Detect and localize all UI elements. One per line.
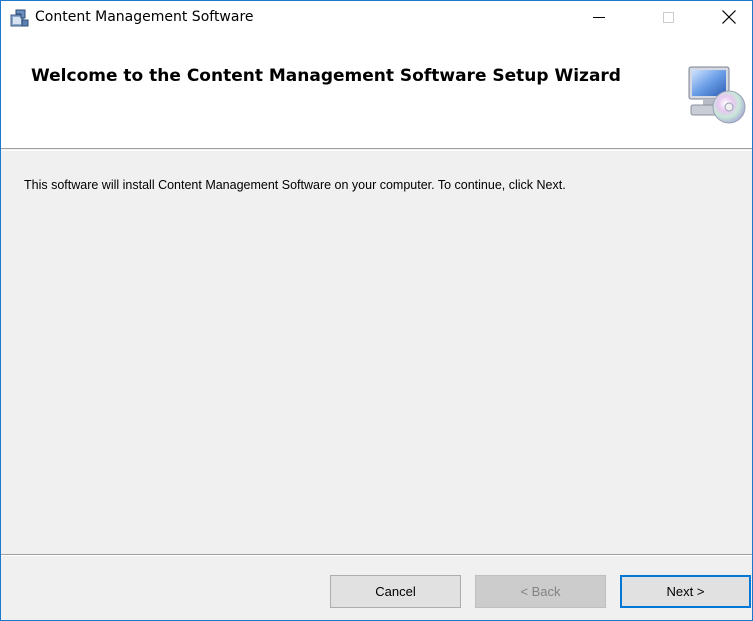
- minimize-icon: [593, 17, 605, 18]
- cancel-button[interactable]: Cancel: [330, 575, 461, 608]
- wizard-title: Welcome to the Content Management Softwa…: [31, 66, 621, 86]
- back-button[interactable]: < Back: [475, 575, 606, 608]
- footer-divider-highlight: [1, 555, 752, 556]
- close-button[interactable]: [706, 1, 752, 33]
- window-title: Content Management Software: [35, 9, 254, 25]
- close-icon: [722, 10, 736, 24]
- welcome-message: This software will install Content Manag…: [24, 178, 566, 192]
- installer-package-icon: [10, 9, 29, 27]
- next-button[interactable]: Next >: [620, 575, 751, 608]
- title-bar[interactable]: Content Management Software: [1, 1, 752, 33]
- maximize-button[interactable]: [645, 1, 691, 33]
- header-divider: [1, 150, 752, 151]
- computer-cd-icon: [688, 66, 746, 124]
- setup-wizard-window: Content Management Software Welcome to t…: [0, 0, 753, 621]
- minimize-button[interactable]: [576, 1, 622, 33]
- wizard-header: Welcome to the Content Management Softwa…: [1, 33, 752, 149]
- maximize-icon: [662, 11, 674, 23]
